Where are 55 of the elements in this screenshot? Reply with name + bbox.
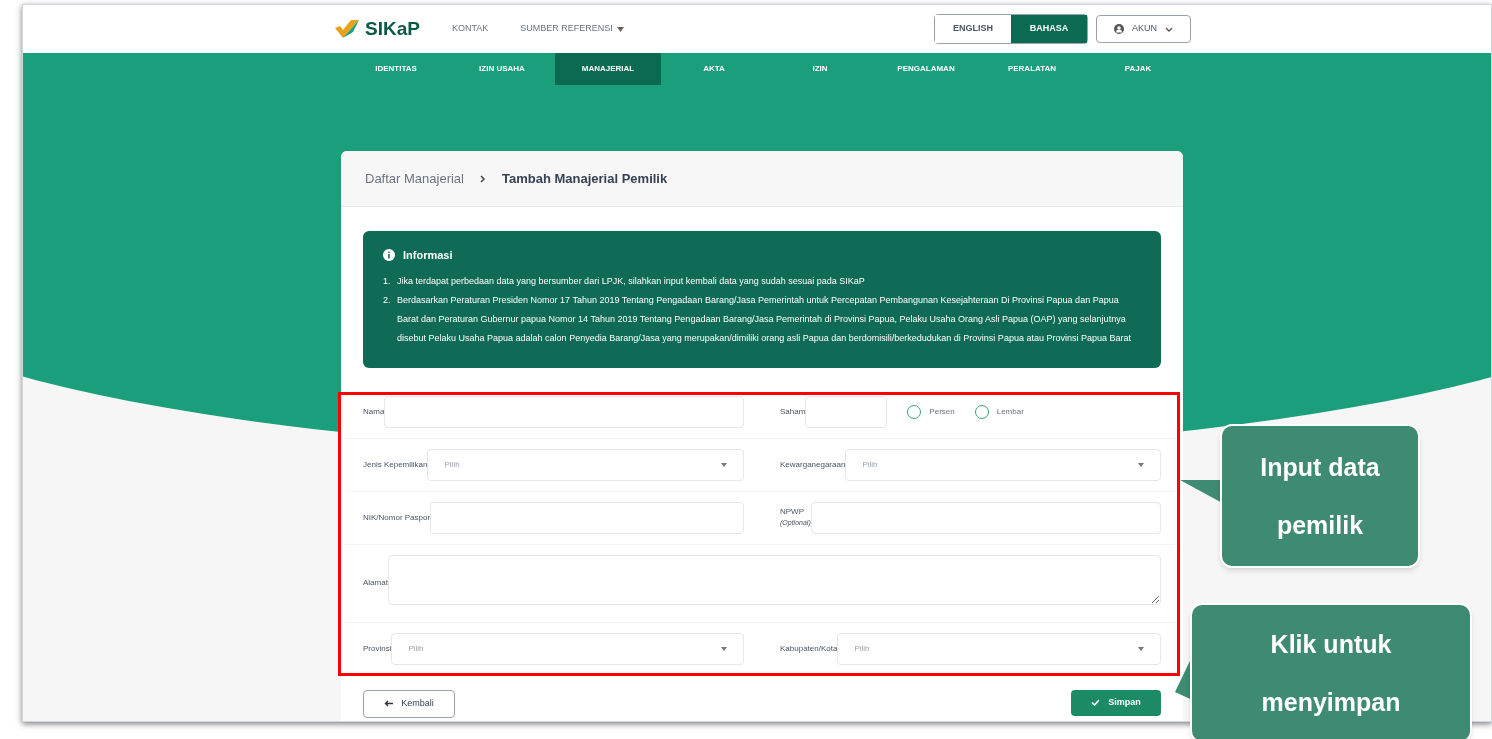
field-label: Kabupaten/Kota — [780, 642, 838, 655]
callout-text: Input data pemilik — [1220, 424, 1420, 568]
select-field[interactable]: Pilih — [837, 632, 1161, 665]
field-label: Nama — [363, 405, 385, 418]
nav-link[interactable]: SUMBER REFERENSI — [520, 22, 624, 36]
radio-option[interactable]: Persen — [907, 404, 955, 419]
list-number: 1. — [383, 274, 392, 288]
field-label: Provinsi — [363, 642, 392, 655]
nav-link[interactable]: KONTAK — [451, 22, 489, 36]
nav-tab[interactable]: PERALATAN — [979, 53, 1085, 85]
nav-tab[interactable]: MANAJERIAL — [555, 53, 661, 85]
nav-tab[interactable]: IZIN USAHA — [449, 53, 555, 85]
text-input[interactable] — [384, 395, 744, 428]
checkmark-icon — [1091, 699, 1101, 706]
save-button[interactable]: Simpan — [1071, 689, 1161, 716]
nav-tab[interactable]: IZIN — [767, 53, 873, 85]
caret-icon — [616, 26, 624, 32]
field-label: NPWP — [780, 506, 805, 519]
info-text: Berdasarkan Peraturan Presiden Nomor 17 Tahun 2019 Tentang Pengadaan Barang/Jasa Pemerintah untuk Percepatan Pembangunan Kesejahteraan Di Provinsi Papua dan Papua Barat dan Peraturan Gubernur papua Nomor 14 Tahun 2019 Tentang Pengadaan Barang/Jasa Pemerintah di Provinsi Papua, Pelaku Usaha Orang Asli Papua (OAP) yang selanjutnya disebut Pelaku Usaha Papua adalah calon Penyedia Barang/Jasa yang merupakan/dimiliki orang asli Papua dan berdomisili/berkedudukan di Provinsi Papua atau Provinsi Papua Barat — [397, 293, 1131, 345]
breadcrumb-current: Tambah Manajerial Pemilik — [502, 169, 668, 188]
logo-text: SIKaP — [365, 16, 420, 41]
field-label: Kewarganegaraan — [780, 458, 846, 471]
info-icon — [383, 249, 395, 262]
text-area[interactable] — [387, 554, 1161, 605]
breadcrumb-link[interactable]: Daftar Manajerial — [365, 168, 464, 189]
caret-icon — [721, 462, 727, 467]
list-number: 2. — [383, 293, 392, 307]
language-tab[interactable]: BAHASA — [1011, 15, 1087, 43]
info-title: Informasi — [403, 248, 453, 263]
caret-icon — [1138, 646, 1144, 651]
logo-icon — [333, 18, 361, 40]
chevron-icon — [1165, 26, 1173, 32]
number-input[interactable] — [805, 395, 888, 428]
back-button[interactable]: Kembali — [363, 689, 455, 718]
radio-option[interactable]: Lembar — [974, 404, 1024, 419]
info-text: Jika terdapat perbedaan data yang bersumber dari LPJK, silahkan input kembali data yang sudah sesuai pada SIKaP — [397, 274, 865, 288]
user-icon — [1114, 24, 1124, 34]
chevron-right-icon — [480, 174, 486, 183]
select-field[interactable]: Pilih — [845, 448, 1161, 481]
field-label: Alamat — [363, 577, 388, 589]
text-input[interactable] — [430, 501, 744, 534]
arrow-left-icon — [384, 700, 394, 707]
text-input[interactable] — [810, 501, 1161, 534]
nav-tab[interactable]: PAJAK — [1085, 53, 1191, 85]
select-field[interactable]: Pilih — [391, 632, 744, 665]
account-button[interactable]: AKUN — [1096, 15, 1191, 43]
field-label: Jenis Kepemilikan — [363, 458, 428, 471]
caret-icon — [1138, 462, 1144, 467]
select-field[interactable]: Pilih — [427, 448, 744, 481]
field-label: Saham — [780, 405, 806, 418]
nav-tab[interactable]: AKTA — [661, 53, 767, 85]
caret-icon — [721, 646, 727, 651]
field-label: NIK/Nomor Paspor — [363, 511, 431, 524]
nav-tab[interactable]: PENGALAMAN — [873, 53, 979, 85]
nav-tab[interactable]: IDENTITAS — [343, 53, 449, 85]
